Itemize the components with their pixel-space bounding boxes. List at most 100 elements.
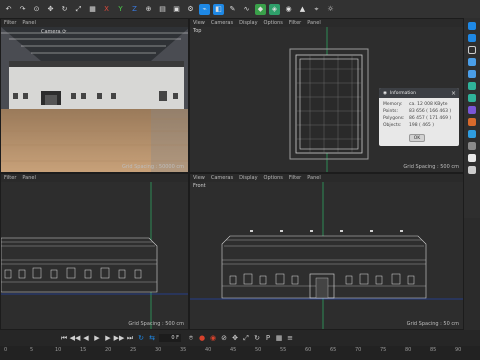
spline-icon[interactable]: ∿ [241,4,252,15]
menu-panel[interactable]: Panel [22,174,36,182]
timeline-menu-icon[interactable]: ≡ [286,334,294,342]
loop-icon[interactable]: ↻ [137,334,145,342]
subdivision-icon[interactable] [468,82,476,90]
film-icon[interactable]: ▤ [157,4,168,15]
right-tool-palette [464,18,480,218]
menu-cameras[interactable]: Cameras [211,174,233,182]
snap-icon[interactable]: ⌁ [199,3,210,15]
cube-object-icon[interactable] [468,34,476,42]
first-frame-icon[interactable]: ⏮ [60,334,68,342]
snap-frame-icon[interactable]: ⇆ [148,334,156,342]
next-key-icon[interactable]: ▶▶ [114,334,125,342]
grid-icon[interactable]: ▦ [87,4,98,15]
target-icon[interactable]: ⊙ [31,4,42,15]
menu-panel[interactable]: Panel [22,19,36,27]
menu-view[interactable]: View [193,174,205,182]
menu-cameras[interactable]: Cameras [211,19,233,27]
undo-icon[interactable]: ↶ [3,4,14,15]
point-key-icon[interactable]: ▦ [275,334,283,342]
perspective-scene [1,19,188,172]
prev-key-icon[interactable]: ◀◀ [70,334,81,342]
close-icon[interactable]: × [451,90,456,97]
world-icon[interactable]: ⊕ [143,4,154,15]
ok-button[interactable]: OK [409,134,425,142]
record-icon[interactable]: ● [198,334,206,342]
viewport-name-label: Top [193,28,202,34]
menu-panel[interactable]: Panel [307,19,321,27]
axis-y-icon[interactable]: Y [115,4,126,15]
axis-x-icon[interactable]: X [101,4,112,15]
menu-display[interactable]: Display [239,19,257,27]
menu-panel[interactable]: Panel [307,174,321,182]
select-tool-icon[interactable] [468,22,476,30]
scale-key-icon[interactable]: ⤢ [242,334,250,342]
effector-icon[interactable] [468,118,476,126]
last-frame-icon[interactable]: ⏭ [126,334,134,342]
position-key-icon[interactable]: ✥ [231,334,239,342]
light-tool-icon[interactable] [468,154,476,162]
grid-spacing-label: Grid Spacing : 50000 cm [122,164,184,170]
key-icon[interactable]: ⌾ [187,334,195,342]
grid-spacing-label: Grid Spacing : 500 cm [128,321,184,327]
param-key-icon[interactable]: P [264,334,272,342]
cinema4d-logo-icon: ◉ [383,90,387,96]
text-tool-icon[interactable] [468,58,476,66]
dialog-titlebar: ◉ Information [379,88,459,98]
right-view-scene [1,182,188,329]
menu-options[interactable]: Options [264,174,283,182]
cloner-icon[interactable] [468,94,476,102]
menu-filter[interactable]: Filter [289,19,301,27]
menu-filter[interactable]: Filter [289,174,301,182]
prev-frame-icon[interactable]: ◀ [82,334,90,342]
info-row-points: Points: 83 656 ( 166 463 ) [383,109,452,114]
axis-z-icon[interactable]: Z [129,4,140,15]
main-toolbar: ↶ ↷ ⊙ ✥ ↻ ⤢ ▦ X Y Z ⊕ ▤ ▣ ⚙ ⌁ ◧ ✎ ∿ ◆ ◈ … [0,0,480,18]
camera-icon[interactable]: ⌖ [311,4,322,15]
right-viewport[interactable]: Filter Panel Grid Spacing : 500 cm [0,173,189,330]
information-dialog: ◉ Information × Memory: ca. 12 008 KByte… [379,88,459,146]
deformer-icon[interactable]: ◈ [269,3,280,15]
field-icon[interactable]: ◉ [283,4,294,15]
rotation-key-icon[interactable]: ↻ [253,334,261,342]
menu-filter[interactable]: Filter [4,19,16,27]
next-frame-icon[interactable]: ▶ [104,334,112,342]
camera-tool-icon[interactable] [468,142,476,150]
camera-label[interactable]: Camera ⟳ [41,29,66,35]
autokey-icon[interactable]: ◉ [209,334,217,342]
redo-icon[interactable]: ↷ [17,4,28,15]
timeline-panel: ⏮ ◀◀ ◀ ▶ ▶ ▶▶ ⏭ ↻ ⇆ 0 F ⌾ ● ◉ ⊘ ✥ ⤢ ↻ P … [0,330,480,360]
menu-filter[interactable]: Filter [4,174,16,182]
environment-icon[interactable] [468,130,476,138]
rotate-icon[interactable]: ↻ [59,4,70,15]
menu-view[interactable]: View [193,19,205,27]
info-row-memory: Memory: ca. 12 008 KByte [383,102,448,107]
perspective-viewport[interactable]: Filter Panel Camera ⟳ Grid Spacing: 500… [0,18,189,173]
front-view-scene [190,182,463,329]
timeline-ruler[interactable]: 0 5 10 15 20 25 30 35 40 45 50 55 60 65 … [0,346,480,360]
light-icon[interactable]: ☼ [325,4,336,15]
pen-icon[interactable]: ✎ [227,4,238,15]
keyframe-selection-icon[interactable]: ⊘ [220,334,228,342]
info-row-objects: Objects: 198 ( 465 ) [383,123,434,128]
play-icon[interactable]: ▶ [93,334,101,342]
scale-icon[interactable]: ⤢ [73,4,84,15]
cube-icon[interactable]: ◧ [213,3,224,15]
scene-icon[interactable]: ▲ [297,4,308,15]
spline-tool-icon[interactable] [468,70,476,78]
null-object-icon[interactable] [468,46,476,54]
generator-icon[interactable]: ◆ [255,3,266,15]
viewport-menu: Filter Panel [1,174,188,182]
menu-options[interactable]: Options [264,19,283,27]
grid-spacing-label: Grid Spacing : 50 cm [406,321,459,327]
viewport-menu: Filter Panel [1,19,188,27]
menu-display[interactable]: Display [239,174,257,182]
move-icon[interactable]: ✥ [45,4,56,15]
info-row-polygons: Polygons: 86 457 ( 171 469 ) [383,116,452,121]
front-viewport[interactable]: View Cameras Display Options Filter Pane… [189,173,464,330]
dialog-title: Information [389,90,416,96]
render-view-icon[interactable]: ▣ [171,4,182,15]
frame-field[interactable]: 0 F [159,334,181,342]
deformer-tool-icon[interactable] [468,106,476,114]
tag-icon[interactable] [468,166,476,174]
render-settings-icon[interactable]: ⚙ [185,4,196,15]
